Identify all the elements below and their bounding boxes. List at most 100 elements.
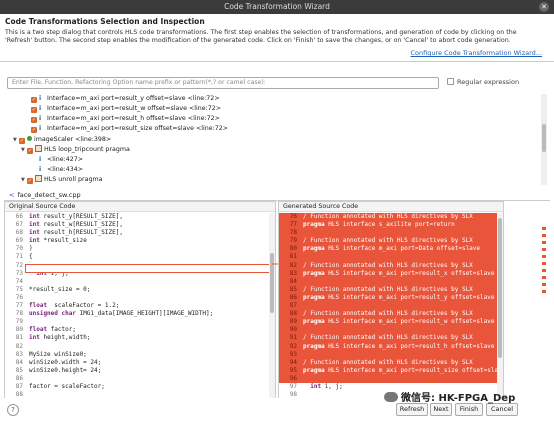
code-line[interactable]: 82	[5, 343, 269, 351]
tree-item[interactable]: i <line:434>	[39, 165, 83, 175]
code-line[interactable]: 84	[279, 277, 497, 286]
code-line[interactable]: 82 / Function annotated with HLS directiv…	[279, 261, 497, 270]
code-text: / Function annotated with HLS directives…	[303, 213, 473, 220]
code-line[interactable]: 78	[279, 229, 497, 238]
finish-button[interactable]: Finish	[455, 403, 483, 416]
checkbox-checked-icon[interactable]: ✓	[31, 97, 37, 103]
code-line[interactable]: 79 / Function annotated with HLS directiv…	[279, 237, 497, 246]
code-line[interactable]: 80 pragma HLS interface m_axi port=Data o…	[279, 245, 497, 254]
code-text: winSize0.width = 24;	[29, 358, 102, 366]
checkbox-checked-icon[interactable]: ✓	[31, 127, 37, 133]
tree-item[interactable]: ✓ i Interface=m_axi port=result_h offset=s…	[31, 114, 220, 124]
help-icon[interactable]: ?	[7, 404, 19, 416]
tree-scrollbar[interactable]	[541, 94, 547, 185]
close-icon[interactable]: ✕	[539, 2, 549, 12]
line-number: 95	[289, 366, 297, 374]
original-code-area[interactable]: 66 int result_y[RESULT_SIZE], 67 int result…	[5, 213, 269, 398]
code-line[interactable]: 85 winSize0.height= 24;	[5, 367, 269, 375]
code-line[interactable]: 80 float factor;	[5, 326, 269, 334]
keyword: int	[29, 229, 40, 237]
checkbox-checked-icon[interactable]: ✓	[31, 117, 37, 123]
configure-wizard-link[interactable]: Configure Code Transformation Wizard...	[411, 49, 542, 57]
code-text: pragma HLS interface m_axi port=result_s…	[303, 366, 504, 374]
code-line[interactable]: 83 MySize winSize0;	[5, 351, 269, 359]
change-marker[interactable]	[542, 248, 546, 251]
code-line[interactable]: 86	[5, 375, 269, 383]
code-text: *result_size = 0;	[29, 285, 91, 293]
code-line[interactable]: 70)	[5, 245, 269, 253]
code-line[interactable]: 79	[5, 318, 269, 326]
tree-item-pragma[interactable]: ▼ ✓ HLS unroll pragma	[21, 175, 102, 185]
refresh-button[interactable]: Refresh	[396, 403, 428, 416]
scrollbar-thumb[interactable]	[542, 124, 546, 152]
checkbox-icon[interactable]	[447, 78, 454, 85]
code-line[interactable]: 90	[279, 326, 497, 335]
tree-item[interactable]: i <line:427>	[39, 155, 83, 165]
code-line[interactable]: 66 int result_y[RESULT_SIZE],	[5, 213, 269, 221]
change-marker[interactable]	[542, 255, 546, 258]
checkbox-checked-icon[interactable]: ✓	[27, 148, 33, 154]
code-line[interactable]: 68 int result_h[RESULT_SIZE],	[5, 229, 269, 237]
code-line[interactable]: 85 / Function annotated with HLS directiv…	[279, 285, 497, 294]
code-line[interactable]: 91 / Function annotated with HLS directiv…	[279, 334, 497, 343]
code-line[interactable]: 77 pragma HLS interface s_axilite port=re…	[279, 221, 497, 230]
code-line[interactable]: 76 / Function annotated with HLS directiv…	[279, 213, 497, 222]
file-code-icon: <	[9, 191, 15, 199]
code-line[interactable]: 87 factor = scaleFactor;	[5, 383, 269, 391]
code-line[interactable]: 67 int result_w[RESULT_SIZE],	[5, 221, 269, 229]
checkbox-checked-icon[interactable]: ✓	[27, 178, 33, 184]
code-line[interactable]: 88 / Function annotated with HLS directiv…	[279, 310, 497, 319]
change-marker[interactable]	[542, 241, 546, 244]
generated-code-area[interactable]: 76 / Function annotated with HLS directiv…	[279, 213, 503, 398]
code-line[interactable]: 81 int height,width;	[5, 334, 269, 342]
code-line[interactable]: 93	[279, 350, 497, 359]
code-line[interactable]: 81	[279, 253, 497, 262]
scrollbar-thumb[interactable]	[498, 218, 502, 358]
code-text: int i, j;	[310, 382, 343, 390]
code-line[interactable]: 76	[5, 294, 269, 302]
change-marker[interactable]	[542, 283, 546, 286]
change-marker[interactable]	[542, 269, 546, 272]
code-line[interactable]: 95 pragma HLS interface m_axi port=result…	[279, 366, 503, 375]
code-line[interactable]: 69 int *result_size	[5, 237, 269, 245]
code-text: int result_w[RESULT_SIZE],	[29, 221, 123, 229]
scrollbar-thumb[interactable]	[270, 253, 274, 313]
tree-item[interactable]: ✓ i Interface=m_axi port=result_size offse…	[31, 124, 228, 134]
code-line[interactable]: 92 pragma HLS interface m_axi port=result…	[279, 342, 497, 351]
checkbox-checked-icon[interactable]: ✓	[19, 138, 25, 144]
line-number: 86	[289, 293, 297, 301]
code-line[interactable]: 74	[5, 278, 269, 286]
change-marker[interactable]	[542, 227, 546, 230]
next-button[interactable]: Next	[430, 403, 452, 416]
code-line[interactable]: 78 unsigned char IMG1_data[IMAGE_HEIGHT][…	[5, 310, 269, 318]
filter-input[interactable]: Enter File, Function, Refactoring Option…	[7, 77, 439, 89]
code-line[interactable]: 89 pragma HLS interface m_axi port=result…	[279, 318, 497, 327]
tree-item[interactable]: ✓ i Interface=m_axi port=result_y offset=s…	[31, 94, 220, 104]
tree-item[interactable]: ✓ i Interface=m_axi port=result_w offset=s…	[31, 104, 221, 114]
code-line[interactable]: 77 float scaleFactor = 1.2;	[5, 302, 269, 310]
generated-scrollbar[interactable]	[497, 213, 503, 398]
cancel-button[interactable]: Cancel	[486, 403, 518, 416]
change-marker[interactable]	[542, 234, 546, 237]
code-line[interactable]: 96	[279, 374, 497, 383]
code-line[interactable]: 71 {	[5, 253, 269, 261]
line-number: 89	[289, 318, 297, 326]
code-line[interactable]: 75 *result_size = 0;	[5, 286, 269, 294]
code-line[interactable]: 84 winSize0.width = 24;	[5, 359, 269, 367]
file-tab[interactable]: < face_detect_sw.cpp	[4, 190, 550, 201]
code-line[interactable]: 83 pragma HLS interface m_axi port=result…	[279, 269, 497, 278]
tree-item-pragma[interactable]: ▼ ✓ HLS loop_tripcount pragma	[21, 145, 130, 155]
code-line[interactable]: 87	[279, 302, 497, 311]
code-text: pragma HLS interface m_axi port=result_y…	[303, 293, 495, 301]
checkbox-checked-icon[interactable]: ✓	[31, 107, 37, 113]
change-marker[interactable]	[542, 262, 546, 265]
regex-checkbox[interactable]: Regular expression	[447, 78, 519, 86]
code-line[interactable]: 94 / Function annotated with HLS directiv…	[279, 358, 497, 367]
wechat-icon	[384, 392, 398, 402]
code-line[interactable]: 86 pragma HLS interface m_axi port=result…	[279, 293, 497, 303]
change-marker[interactable]	[542, 276, 546, 279]
original-scrollbar[interactable]	[269, 213, 275, 398]
change-marker[interactable]	[542, 290, 546, 293]
tree-item-function[interactable]: ▼ ✓ imageScaler <line:398>	[13, 135, 111, 145]
line-number: 79	[15, 318, 23, 326]
